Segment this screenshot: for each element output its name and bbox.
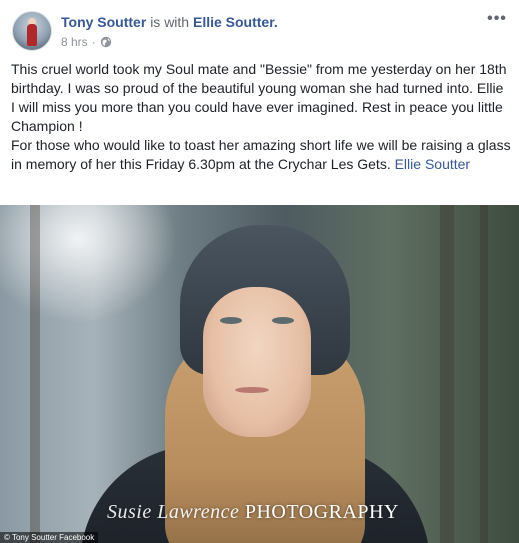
photo-credit-caption: © Tony Soutter Facebook <box>0 532 99 543</box>
timestamp-link[interactable]: 8 hrs <box>61 35 88 49</box>
author-name-link[interactable]: Tony Soutter <box>61 14 146 30</box>
author-line: Tony Soutter is with Ellie Soutter. <box>61 14 278 30</box>
watermark-caps: PHOTOGRAPHY <box>244 501 399 523</box>
photo-subject-mouth <box>235 387 269 393</box>
photographer-watermark: Susie Lawrence PHOTOGRAPHY <box>107 501 399 524</box>
globe-icon[interactable] <box>100 36 112 48</box>
with-text: is with <box>150 14 190 30</box>
photo-subject-right-eye <box>272 317 294 324</box>
post-body-paragraph-2: For those who would like to toast her am… <box>11 136 511 174</box>
post-body: This cruel world took my Soul mate and "… <box>11 60 511 174</box>
meta-separator: · <box>91 35 96 49</box>
background-tree <box>480 205 488 543</box>
more-options-icon[interactable]: ••• <box>485 10 509 28</box>
photo-subject-left-eye <box>220 317 242 324</box>
post-meta: 8 hrs · <box>61 35 112 49</box>
watermark-script: Susie Lawrence <box>107 501 240 523</box>
post-photo[interactable]: Susie Lawrence PHOTOGRAPHY © Tony Soutte… <box>0 205 519 543</box>
photo-subject-face <box>203 287 311 437</box>
post-body-paragraph-1: This cruel world took my Soul mate and "… <box>11 61 507 134</box>
avatar[interactable] <box>12 11 52 51</box>
background-tree <box>440 205 454 543</box>
tagged-mention-link[interactable]: Ellie Soutter <box>395 156 470 172</box>
tagged-person-link[interactable]: Ellie Soutter. <box>193 14 278 30</box>
avatar-figure-body <box>27 24 37 46</box>
post-header: Tony Soutter is with Ellie Soutter. 8 hr… <box>0 0 519 60</box>
background-tree <box>30 205 40 543</box>
